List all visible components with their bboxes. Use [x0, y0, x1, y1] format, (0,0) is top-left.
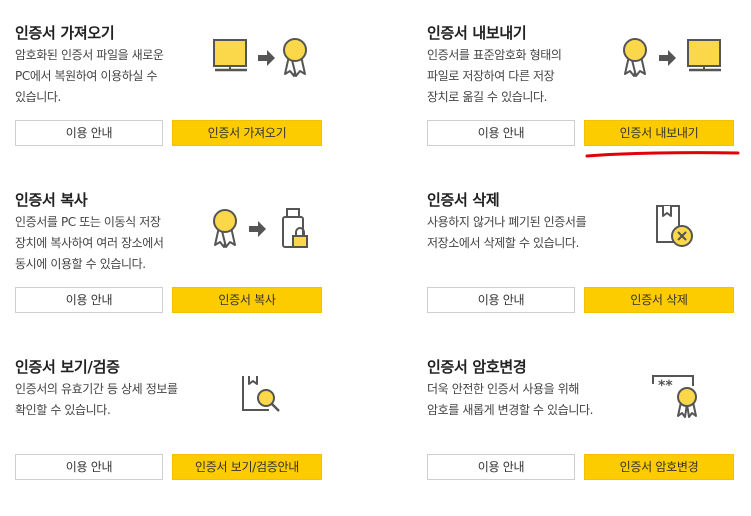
- button-row: 이용 안내 인증서 내보내기: [427, 120, 737, 146]
- guide-button[interactable]: 이용 안내: [15, 454, 163, 480]
- card-description: 더욱 안전한 인증서 사용을 위해 암호를 새롭게 변경할 수 있습니다.: [427, 379, 637, 421]
- card-title: 인증서 복사: [15, 191, 88, 209]
- guide-button[interactable]: 이용 안내: [15, 120, 163, 146]
- card-delete-certificate: 인증서 삭제 사용하지 않거나 폐기된 인증서를 저장소에서 삭제할 수 있습니…: [427, 189, 737, 349]
- usb-lock-icon: [282, 208, 308, 248]
- card-title: 인증서 보기/검증: [15, 358, 120, 376]
- certificate-medal-icon: [213, 209, 237, 248]
- card-title: 인증서 가져오기: [15, 24, 115, 42]
- view-certificate-button[interactable]: 인증서 보기/검증안내: [172, 454, 322, 480]
- monitor-icon: [687, 39, 721, 72]
- desc-line: 암호화된 인증서 파일을 새로운: [15, 48, 164, 62]
- card-description: 사용하지 않거나 폐기된 인증서를 저장소에서 삭제할 수 있습니다.: [427, 212, 637, 254]
- desc-line: 있습니다.: [15, 90, 61, 104]
- change-password-button[interactable]: 인증서 암호변경: [584, 454, 734, 480]
- guide-button[interactable]: 이용 안내: [427, 287, 575, 313]
- button-row: 이용 안내 인증서 삭제: [427, 287, 737, 313]
- certificate-delete-icon: [656, 205, 693, 247]
- card-description: 인증서를 표준암호화 형태의 파일로 저장하여 다른 저장 장치로 옮길 수 있…: [427, 45, 627, 108]
- desc-line: 더욱 안전한 인증서 사용을 위해: [427, 382, 579, 396]
- delete-certificate-button[interactable]: 인증서 삭제: [584, 287, 734, 313]
- button-row: 이용 안내 인증서 보기/검증안내: [15, 454, 325, 480]
- card-description: 인증서의 유효기간 등 상세 정보를 확인할 수 있습니다.: [15, 379, 225, 421]
- annotation-underline: [585, 151, 740, 158]
- card-title: 인증서 내보내기: [427, 24, 527, 42]
- button-row: 이용 안내 인증서 가져오기: [15, 120, 325, 146]
- desc-line: 사용하지 않거나 폐기된 인증서를: [427, 215, 587, 229]
- card-view-certificate: 인증서 보기/검증 인증서의 유효기간 등 상세 정보를 확인할 수 있습니다.…: [15, 356, 325, 516]
- guide-button[interactable]: 이용 안내: [427, 454, 575, 480]
- desc-line: 확인할 수 있습니다.: [15, 403, 111, 417]
- button-row: 이용 안내 인증서 암호변경: [427, 454, 737, 480]
- svg-text:**: **: [658, 378, 673, 394]
- guide-button[interactable]: 이용 안내: [427, 120, 575, 146]
- export-illustration: [623, 36, 733, 86]
- copy-certificate-button[interactable]: 인증서 복사: [172, 287, 322, 313]
- button-row: 이용 안내 인증서 복사: [15, 287, 325, 313]
- desc-line: 인증서를 PC 또는 이동식 저장: [15, 215, 161, 229]
- monitor-icon: [213, 39, 247, 72]
- certificate-medal-icon: [623, 38, 647, 77]
- desc-line: 저장소에서 삭제할 수 있습니다.: [427, 236, 579, 250]
- import-illustration: [211, 36, 321, 86]
- copy-illustration: [211, 207, 321, 257]
- card-description: 인증서를 PC 또는 이동식 저장 장치에 복사하여 여러 장소에서 동시에 이…: [15, 212, 215, 275]
- password-illustration: **: [649, 372, 709, 422]
- card-import-certificate: 인증서 가져오기 암호화된 인증서 파일을 새로운 PC에서 복원하여 이용하실…: [15, 22, 325, 182]
- import-certificate-button[interactable]: 인증서 가져오기: [172, 120, 322, 146]
- view-illustration: [239, 372, 289, 422]
- certificate-medal-icon: [283, 38, 307, 77]
- desc-line: 동시에 이용할 수 있습니다.: [15, 257, 146, 271]
- desc-line: PC에서 복원하여 이용하실 수: [15, 69, 158, 83]
- desc-line: 파일로 저장하여 다른 저장: [427, 69, 555, 83]
- arrow-right-icon: [258, 50, 275, 66]
- desc-line: 암호를 새롭게 변경할 수 있습니다.: [427, 403, 594, 417]
- desc-line: 장치로 옮길 수 있습니다.: [427, 90, 548, 104]
- card-description: 암호화된 인증서 파일을 새로운 PC에서 복원하여 이용하실 수 있습니다.: [15, 45, 215, 108]
- export-certificate-button[interactable]: 인증서 내보내기: [584, 120, 734, 146]
- desc-line: 장치에 복사하여 여러 장소에서: [15, 236, 164, 250]
- desc-line: 인증서의 유효기간 등 상세 정보를: [15, 382, 178, 396]
- arrow-right-icon: [659, 50, 676, 66]
- card-title: 인증서 삭제: [427, 191, 500, 209]
- certificate-search-icon: [242, 376, 280, 412]
- card-copy-certificate: 인증서 복사 인증서를 PC 또는 이동식 저장 장치에 복사하여 여러 장소에…: [15, 189, 325, 349]
- delete-illustration: [649, 203, 699, 253]
- guide-button[interactable]: 이용 안내: [15, 287, 163, 313]
- desc-line: 인증서를 표준암호화 형태의: [427, 48, 562, 62]
- password-certificate-icon: **: [652, 375, 697, 418]
- card-change-password: 인증서 암호변경 더욱 안전한 인증서 사용을 위해 암호를 새롭게 변경할 수…: [427, 356, 737, 516]
- arrow-right-icon: [249, 221, 266, 237]
- card-title: 인증서 암호변경: [427, 358, 527, 376]
